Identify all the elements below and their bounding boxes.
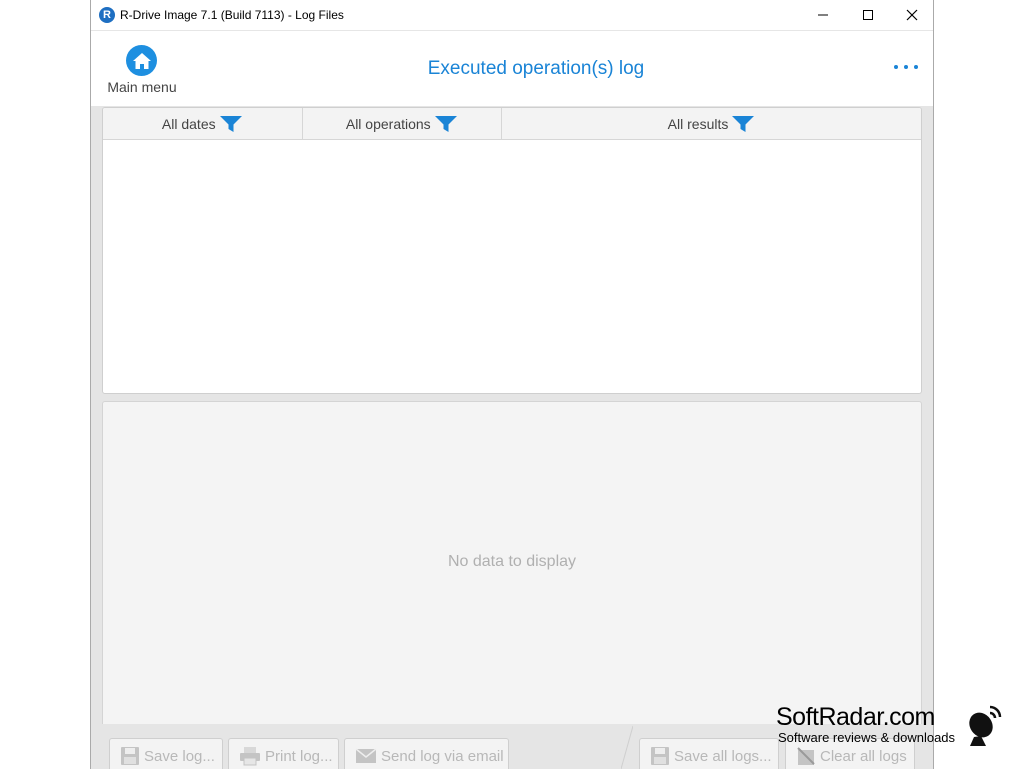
watermark-tagline: Software reviews & downloads (778, 730, 956, 745)
watermark: SoftRadar.com Software reviews & downloa… (776, 703, 1016, 765)
close-button[interactable] (889, 0, 933, 30)
filter-icon[interactable] (731, 115, 755, 133)
content-area: All dates All operations All results No … (91, 106, 933, 769)
results-filter-header[interactable]: All results (502, 108, 921, 140)
main-menu-label[interactable]: Main menu (105, 79, 179, 95)
save-all-logs-label: Save all logs... (674, 747, 772, 765)
envelope-icon (355, 748, 377, 764)
more-icon (894, 65, 898, 69)
more-icon (904, 65, 908, 69)
title-bar: R R-Drive Image 7.1 (Build 7113) - Log F… (91, 0, 933, 31)
filter-icon[interactable] (434, 115, 458, 133)
watermark-brand: SoftRadar.com (776, 703, 935, 731)
app-window: R R-Drive Image 7.1 (Build 7113) - Log F… (90, 0, 934, 769)
send-log-email-button[interactable]: Send log via email (344, 738, 509, 769)
more-icon (914, 65, 918, 69)
print-log-label: Print log... (265, 747, 333, 765)
floppy-icon (120, 746, 140, 766)
printer-icon (239, 746, 261, 766)
log-table: All dates All operations All results (102, 107, 922, 394)
more-options-button[interactable] (894, 59, 918, 75)
filter-icon[interactable] (219, 115, 243, 133)
app-logo-icon: R (99, 7, 115, 23)
close-icon (906, 9, 917, 21)
print-log-button[interactable]: Print log... (228, 738, 339, 769)
page-title: Executed operation(s) log (427, 58, 645, 79)
maximize-button[interactable] (845, 0, 890, 30)
save-all-logs-button[interactable]: Save all logs... (639, 738, 779, 769)
save-log-label: Save log... (144, 747, 215, 765)
tab-divider (621, 725, 633, 769)
floppy-icon (650, 746, 670, 766)
empty-state-text: No data to display (447, 553, 577, 570)
log-details-panel: No data to display (102, 401, 922, 731)
window-title: R-Drive Image 7.1 (Build 7113) - Log Fil… (120, 8, 344, 22)
minimize-icon (817, 14, 828, 16)
maximize-icon (862, 10, 873, 20)
main-menu-button[interactable] (126, 45, 157, 76)
send-log-label: Send log via email (381, 747, 504, 765)
column-label: All dates (161, 116, 216, 132)
dates-filter-header[interactable]: All dates (103, 108, 303, 140)
column-label: All operations (345, 116, 431, 132)
operations-filter-header[interactable]: All operations (303, 108, 503, 140)
save-log-button[interactable]: Save log... (109, 738, 223, 769)
toolbar: Main menu Executed operation(s) log (91, 31, 933, 106)
satellite-dish-icon (969, 705, 1002, 746)
column-label: All results (667, 116, 729, 132)
table-header: All dates All operations All results (103, 108, 921, 140)
home-icon (132, 52, 151, 69)
minimize-button[interactable] (800, 0, 845, 30)
